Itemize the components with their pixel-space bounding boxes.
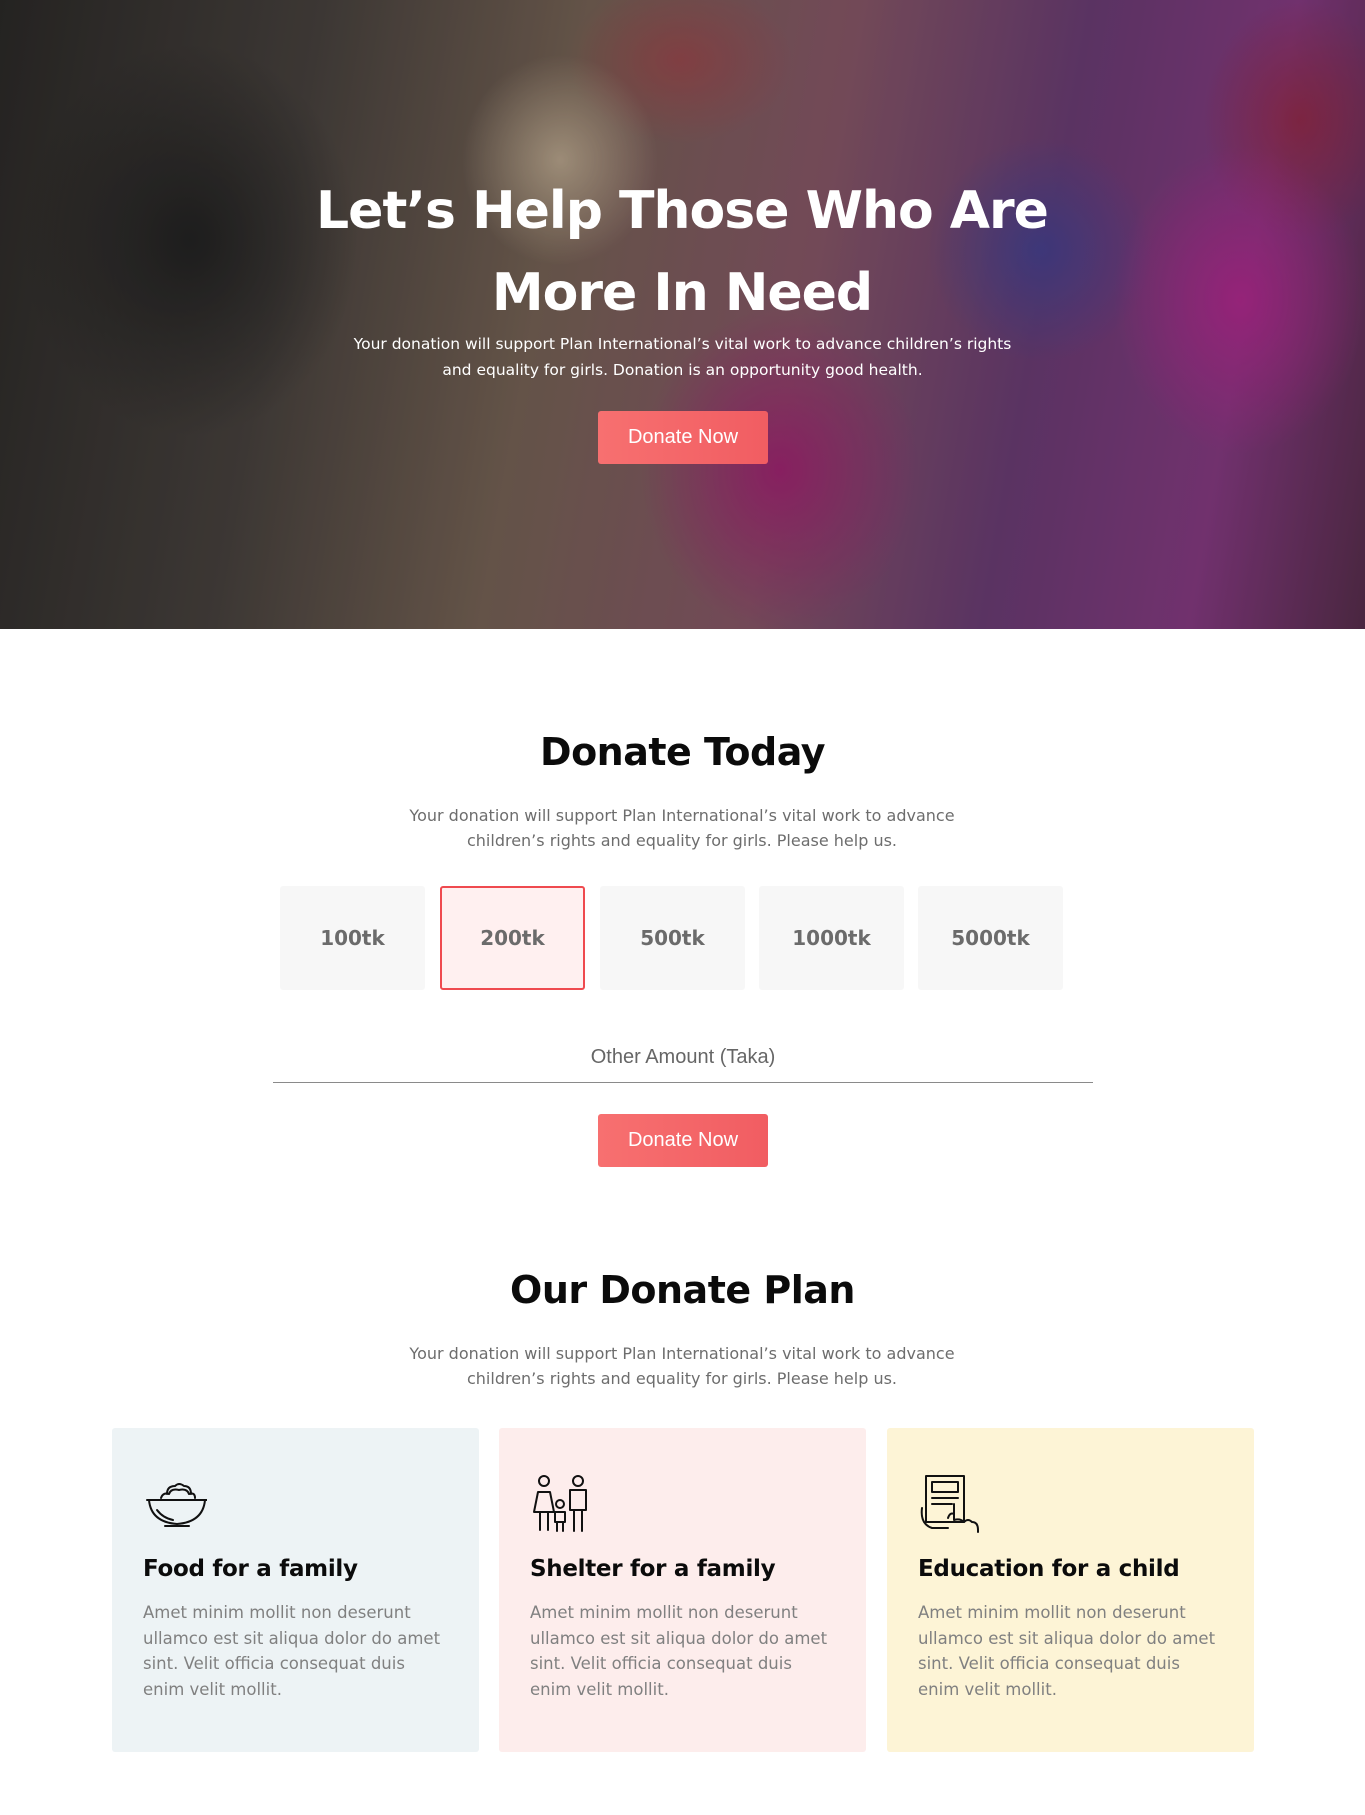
plan-card-shelter[interactable]: Shelter for a family Amet minim mollit n… — [499, 1428, 866, 1752]
amount-option-500[interactable]: 500tk — [600, 886, 745, 990]
plan-card-text: Amet minim mollit non deserunt ullamco e… — [530, 1603, 828, 1699]
donate-plan-description: Your donation will support Plan Internat… — [409, 1344, 955, 1388]
amount-options: 100tk 200tk 500tk 1000tk 5000tk — [280, 886, 1065, 990]
amount-option-1000[interactable]: 1000tk — [759, 886, 904, 990]
hero-banner: Let’s Help Those Who Are More In Need Yo… — [0, 0, 1365, 629]
donate-today-button[interactable]: Donate Now — [598, 1114, 768, 1167]
donate-today-title: Donate Today — [540, 730, 825, 774]
plan-card-education[interactable]: Education for a child Amet minim mollit … — [887, 1428, 1254, 1752]
hero-donate-button[interactable]: Donate Now — [598, 411, 768, 464]
food-bowl-icon — [146, 1483, 207, 1527]
amount-option-5000[interactable]: 5000tk — [918, 886, 1063, 990]
hero-description: Your donation will support Plan Internat… — [353, 335, 1012, 379]
plan-card-text: Amet minim mollit non deserunt ullamco e… — [918, 1603, 1216, 1699]
plan-card-title: Shelter for a family — [530, 1556, 776, 1582]
donate-today-description: Your donation will support Plan Internat… — [409, 806, 955, 850]
plan-card-food[interactable]: Food for a family Amet minim mollit non … — [112, 1428, 479, 1752]
family-icon — [533, 1475, 587, 1532]
plan-card-title: Food for a family — [143, 1556, 358, 1582]
other-amount-input[interactable] — [273, 1033, 1093, 1083]
amount-option-200[interactable]: 200tk — [440, 886, 585, 990]
amount-option-100[interactable]: 100tk — [280, 886, 425, 990]
plan-card-text: Amet minim mollit non deserunt ullamco e… — [143, 1603, 441, 1699]
plan-card-title: Education for a child — [918, 1556, 1180, 1582]
education-icon — [920, 1475, 979, 1533]
hero-title: Let’s Help Those Who Are More In Need — [316, 181, 1049, 323]
donate-plan-title: Our Donate Plan — [510, 1268, 855, 1312]
